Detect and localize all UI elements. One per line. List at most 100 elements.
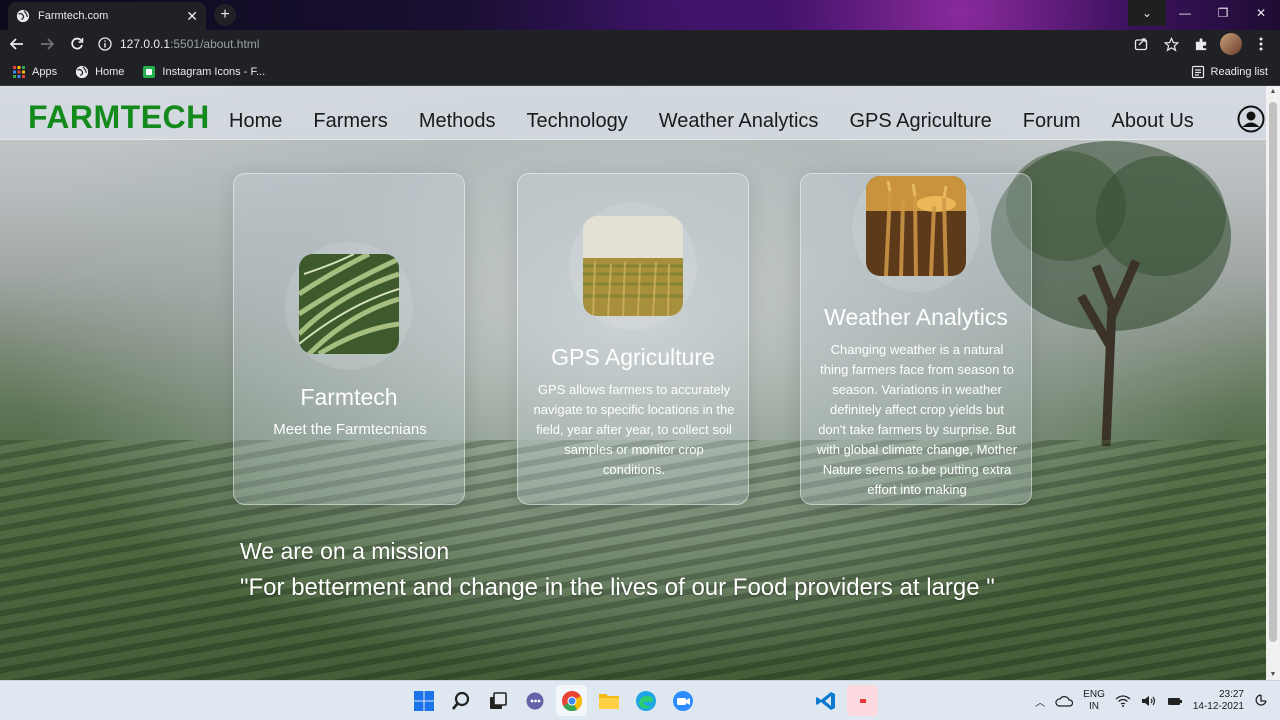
date: 14-12-2021 (1192, 701, 1244, 712)
url-host: 127.0.0.1 (120, 37, 171, 51)
browser-toolbar: 127.0.0.1:5501/about.html (0, 30, 1280, 58)
nav-farmers[interactable]: Farmers (313, 110, 387, 133)
share-icon (1134, 38, 1148, 51)
zoom-button[interactable] (667, 685, 698, 716)
nav-forum[interactable]: Forum (1023, 110, 1081, 133)
card-image-wheat-sunset (866, 176, 966, 276)
tab-title: Farmtech.com (38, 10, 109, 22)
main-nav: Home Farmers Methods Technology Weather … (229, 110, 1225, 133)
card-title: Weather Analytics (824, 304, 1008, 330)
globe-icon (75, 65, 89, 78)
card-title: GPS Agriculture (551, 344, 715, 370)
forward-button[interactable] (34, 31, 60, 57)
card-farmtech[interactable]: Farmtech Meet the Farmtecnians (233, 173, 465, 505)
card-weather-analytics[interactable]: Weather Analytics Changing weather is a … (800, 173, 1032, 505)
chrome-menu-button[interactable] (1250, 33, 1272, 55)
globe-icon (16, 9, 30, 23)
scrollbar-thumb[interactable] (1269, 102, 1277, 642)
zoom-icon (672, 690, 693, 711)
notification-icon[interactable] (1254, 694, 1268, 708)
site-info-icon[interactable] (98, 37, 112, 51)
puzzle-icon (1195, 37, 1206, 50)
window-controls: ⌄ — ❐ ✕ (1128, 0, 1280, 30)
card-gps-agriculture[interactable]: GPS Agriculture GPS allows farmers to ac… (517, 173, 749, 505)
user-profile-icon[interactable] (1237, 105, 1265, 133)
reading-list-button[interactable]: Reading list (1191, 65, 1268, 79)
lang-top: ENG (1083, 689, 1105, 700)
bookmark-label: Apps (32, 65, 58, 78)
profile-button[interactable] (1220, 33, 1242, 55)
lang-bottom: IN (1089, 701, 1099, 712)
star-icon (1163, 36, 1179, 52)
bookmark-star-button[interactable] (1160, 33, 1182, 55)
nav-weather-analytics[interactable]: Weather Analytics (659, 110, 819, 133)
reload-button[interactable] (64, 31, 90, 57)
bookmark-green-icon (143, 65, 156, 78)
file-explorer-button[interactable] (593, 685, 624, 716)
chat-button[interactable] (519, 685, 550, 716)
battery-icon[interactable] (1167, 695, 1183, 707)
card-text: GPS allows farmers to accurately navigat… (533, 382, 735, 477)
bookmark-label: Home (95, 65, 125, 78)
back-button[interactable] (4, 31, 30, 57)
start-button[interactable] (408, 685, 439, 716)
card-title: Farmtech (300, 384, 398, 410)
card-image-wheat-field (583, 216, 683, 316)
maximize-button[interactable]: ❐ (1204, 0, 1242, 26)
edge-icon (635, 690, 656, 711)
reading-list-label: Reading list (1210, 66, 1268, 78)
clock[interactable]: 23:27 14-12-2021 (1193, 689, 1244, 713)
chrome-taskbar-button[interactable] (556, 685, 587, 716)
search-icon (451, 691, 469, 710)
apps-grid-icon (13, 65, 25, 78)
page-scrollbar[interactable]: ▲ ▼ (1266, 86, 1280, 680)
app-icon (859, 698, 866, 703)
toolbar-actions (1130, 32, 1272, 56)
share-button[interactable] (1130, 33, 1152, 55)
tab-search-button[interactable]: ⌄ (1128, 0, 1166, 26)
taskbar-apps (408, 685, 878, 716)
nav-technology[interactable]: Technology (527, 110, 628, 133)
card-text: Changing weather is a natural thing farm… (816, 342, 1018, 497)
system-tray: ︿ ENG IN 23:27 14-12-2021 (1035, 685, 1268, 717)
edge-button[interactable] (630, 685, 661, 716)
nav-gps-agriculture[interactable]: GPS Agriculture (849, 110, 991, 133)
kebab-menu-icon (1259, 37, 1263, 51)
close-window-button[interactable]: ✕ (1242, 0, 1280, 26)
nav-home[interactable]: Home (229, 110, 282, 133)
nav-about-us[interactable]: About Us (1112, 110, 1194, 133)
browser-tab[interactable]: Farmtech.com ✕ (8, 2, 206, 30)
task-view-button[interactable] (482, 685, 513, 716)
wifi-icon[interactable] (1115, 695, 1131, 707)
close-tab-icon[interactable]: ✕ (186, 8, 198, 25)
vscode-button[interactable] (810, 685, 841, 716)
file-explorer-icon (598, 693, 619, 709)
bookmark-apps[interactable]: Apps (12, 65, 57, 79)
bookmark-instagram-icons[interactable]: Instagram Icons - F... (142, 65, 265, 79)
taskbar-search-button[interactable] (445, 685, 476, 716)
language-indicator[interactable]: ENG IN (1083, 689, 1105, 713)
minimize-button[interactable]: — (1166, 0, 1204, 26)
bookmark-home[interactable]: Home (75, 65, 124, 79)
app-button[interactable] (847, 685, 878, 716)
page-viewport: FARMTECH Home Farmers Methods Technology… (0, 86, 1266, 680)
address-bar[interactable]: 127.0.0.1:5501/about.html (90, 32, 1190, 56)
url-path: :5501/about.html (170, 37, 260, 51)
reload-icon (71, 37, 84, 50)
site-logo[interactable]: FARMTECH (28, 99, 210, 136)
card-text: Meet the Farmtecnians (273, 421, 427, 438)
mission-quote: "For betterment and change in the lives … (240, 574, 995, 601)
windows-start-icon (413, 690, 434, 711)
taskbar-spacer (704, 685, 804, 716)
bookmark-label: Instagram Icons - F... (162, 65, 266, 78)
volume-icon[interactable] (1141, 695, 1157, 707)
nav-methods[interactable]: Methods (419, 110, 496, 133)
extensions-button[interactable] (1190, 33, 1212, 55)
scroll-up-arrow-icon[interactable]: ▲ (1269, 88, 1277, 95)
show-hidden-icons-chevron-icon[interactable]: ︿ (1035, 694, 1045, 709)
scroll-down-arrow-icon[interactable]: ▼ (1269, 671, 1277, 678)
bookmarks-bar: Apps Home Instagram Icons - F... Reading… (0, 58, 1280, 86)
onedrive-cloud-icon[interactable] (1055, 695, 1074, 707)
task-view-icon (489, 691, 507, 709)
new-tab-button[interactable]: + (214, 4, 236, 26)
